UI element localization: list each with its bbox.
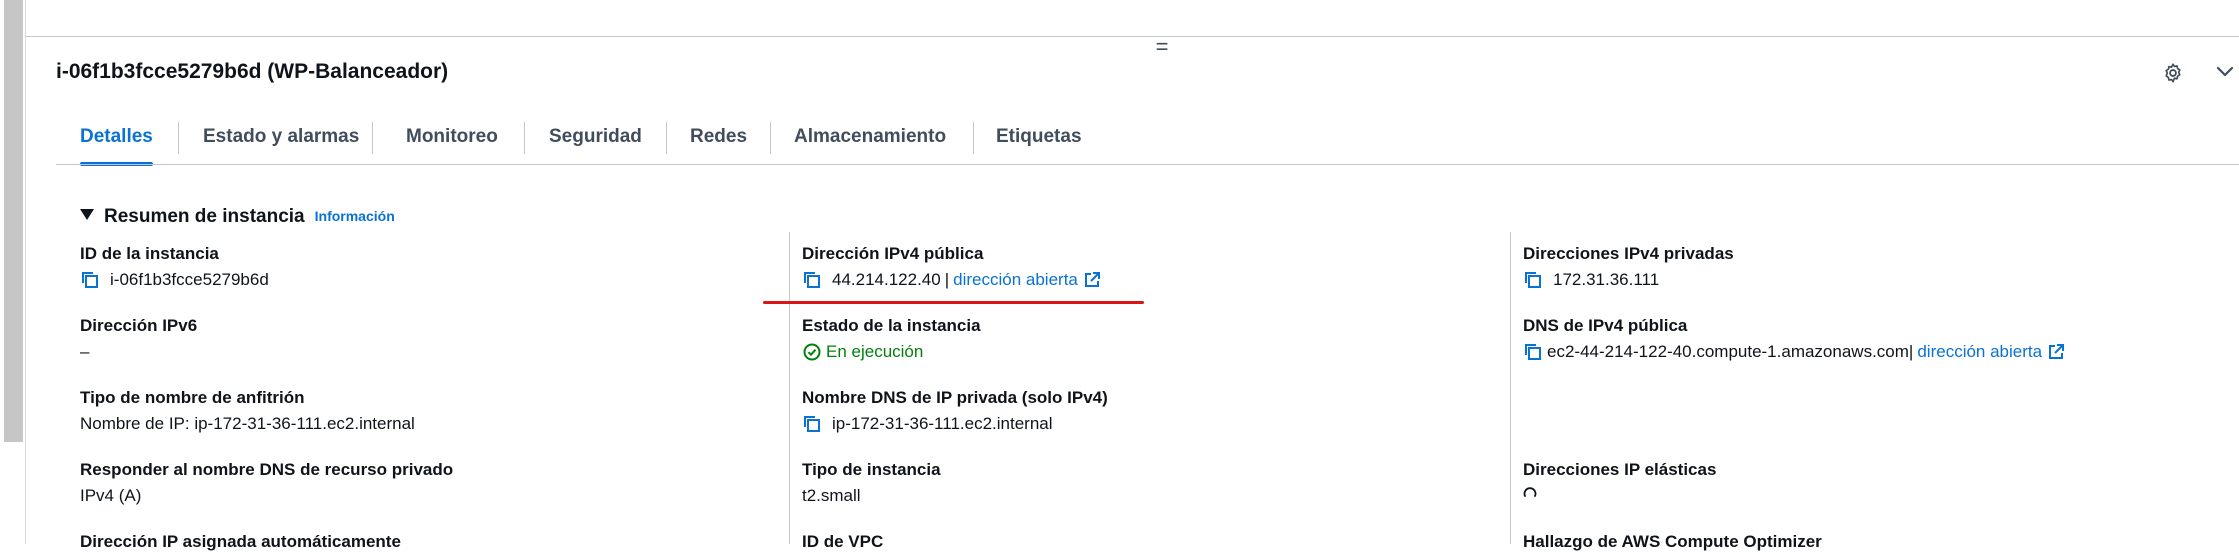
tab-estado-alarmas[interactable]: Estado y alarmas <box>203 118 359 158</box>
field-value: i-06f1b3fcce5279b6d <box>110 270 269 289</box>
tabs-border <box>56 164 2239 165</box>
loading-spinner-icon <box>1523 487 1537 497</box>
field-label: ID de VPC <box>802 532 884 551</box>
open-address-link[interactable]: dirección abierta <box>1917 342 2042 362</box>
section-header[interactable]: Resumen de instancia Información <box>80 206 395 228</box>
field-value: IPv4 (A) <box>80 486 142 505</box>
field-vpc-id: ID de VPC <box>802 532 883 552</box>
field-label: Responder al nombre DNS de recurso priva… <box>80 460 454 479</box>
field-public-ipv4: Dirección IPv4 pública 44.214.122.40 | d… <box>802 244 1101 290</box>
field-compute-optimizer: Hallazgo de AWS Compute Optimizer <box>1523 532 1822 552</box>
copy-icon[interactable] <box>1523 270 1543 290</box>
field-value: – <box>80 342 90 361</box>
tab-almacenamiento[interactable]: Almacenamiento <box>794 118 946 158</box>
tab-divider <box>973 122 974 154</box>
field-label: Direcciones IP elásticas <box>1523 460 1717 479</box>
red-underline-annotation <box>763 301 1144 304</box>
field-instance-state: Estado de la instancia En ejecución <box>802 316 981 362</box>
tab-redes[interactable]: Redes <box>690 118 747 158</box>
info-link[interactable]: Información <box>315 208 395 224</box>
field-private-dns: Nombre DNS de IP privada (solo IPv4) ip-… <box>802 388 1108 434</box>
resize-handle-icon[interactable]: = <box>1153 36 1171 58</box>
tab-divider <box>178 122 179 154</box>
field-ipv6: Dirección IPv6 – <box>80 316 197 362</box>
detail-tabs: Detalles Estado y alarmas Monitoreo Segu… <box>56 118 2239 166</box>
field-hostname-type: Tipo de nombre de anfitrión Nombre de IP… <box>80 388 415 434</box>
tab-etiquetas[interactable]: Etiquetas <box>996 118 1082 158</box>
field-value: t2.small <box>802 486 861 505</box>
tab-label: Detalles <box>80 126 153 147</box>
field-instance-id: ID de la instancia i-06f1b3fcce5279b6d <box>80 244 269 290</box>
copy-icon[interactable] <box>802 270 822 290</box>
field-label: ID de la instancia <box>80 244 219 263</box>
tab-divider <box>770 122 771 154</box>
tab-monitoreo[interactable]: Monitoreo <box>406 118 498 158</box>
caret-down-icon <box>80 209 94 220</box>
status-value: En ejecución <box>826 342 924 361</box>
check-circle-icon <box>803 343 821 361</box>
panel-title: i-06f1b3fcce5279b6d (WP-Balanceador) <box>56 60 449 83</box>
external-link-icon[interactable] <box>2047 343 2065 361</box>
open-address-link[interactable]: dirección abierta <box>953 270 1078 290</box>
tab-divider <box>372 122 373 154</box>
field-label: Estado de la instancia <box>802 316 981 335</box>
field-label: Tipo de nombre de anfitrión <box>80 388 305 407</box>
field-resource-dns: Responder al nombre DNS de recurso priva… <box>80 460 453 506</box>
field-label: Tipo de instancia <box>802 460 941 479</box>
external-link-icon[interactable] <box>1083 271 1101 289</box>
column-divider <box>789 232 790 544</box>
chevron-down-icon[interactable] <box>2213 60 2237 84</box>
copy-icon[interactable] <box>80 270 100 290</box>
field-value: Nombre de IP: ip-172-31-36-111.ec2.inter… <box>80 414 415 433</box>
field-public-dns: DNS de IPv4 pública ec2-44-214-122-40.co… <box>1523 316 2065 362</box>
tab-divider <box>666 122 667 154</box>
field-label: Direcciones IPv4 privadas <box>1523 244 1734 263</box>
separator: | <box>1908 342 1914 361</box>
copy-icon[interactable] <box>802 414 822 434</box>
copy-icon[interactable] <box>1523 342 1543 362</box>
instances-list-area <box>26 0 2239 37</box>
section-title: Resumen de instancia <box>104 206 305 227</box>
field-label: Hallazgo de AWS Compute Optimizer <box>1523 532 1822 551</box>
column-divider <box>1510 232 1511 544</box>
field-elastic-ip: Direcciones IP elásticas <box>1523 460 1716 505</box>
tab-divider <box>524 122 525 154</box>
field-private-ipv4: Direcciones IPv4 privadas 172.31.36.111 <box>1523 244 1734 290</box>
vertical-scrollbar[interactable] <box>4 0 23 442</box>
tab-detalles[interactable]: Detalles <box>80 118 153 166</box>
field-auto-ip: Dirección IP asignada automáticamente <box>80 532 401 552</box>
field-value: ec2-44-214-122-40.compute-1.amazonaws.co… <box>1547 342 1909 361</box>
field-label: DNS de IPv4 pública <box>1523 316 1688 335</box>
field-label: Dirección IP asignada automáticamente <box>80 532 401 551</box>
tab-seguridad[interactable]: Seguridad <box>549 118 642 158</box>
panel-left-border <box>25 0 26 544</box>
field-label: Dirección IPv4 pública <box>802 244 984 263</box>
field-value: ip-172-31-36-111.ec2.internal <box>832 414 1053 433</box>
field-label: Nombre DNS de IP privada (solo IPv4) <box>802 388 1108 407</box>
field-value: 172.31.36.111 <box>1553 270 1660 289</box>
gear-icon[interactable] <box>2162 62 2184 84</box>
field-instance-type: Tipo de instancia t2.small <box>802 460 941 506</box>
field-label: Dirección IPv6 <box>80 316 198 335</box>
field-value: 44.214.122.40 <box>832 270 941 289</box>
separator: | <box>944 270 950 289</box>
